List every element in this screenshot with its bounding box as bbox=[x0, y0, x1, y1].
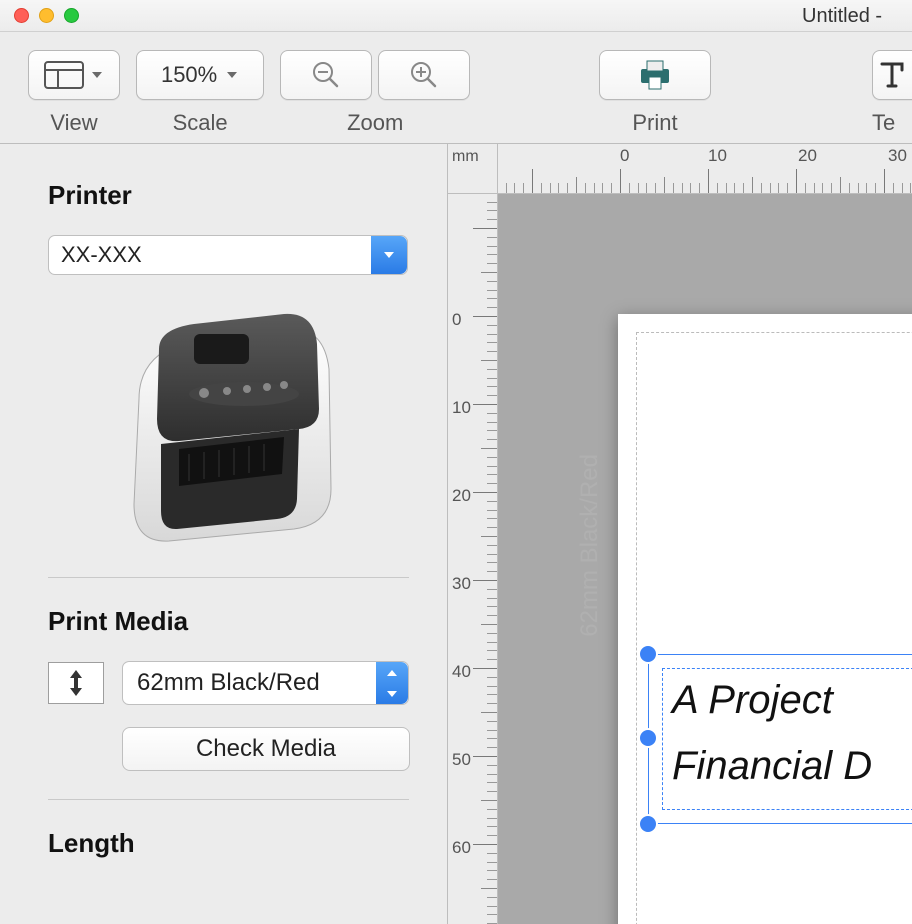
handle-top-left[interactable] bbox=[640, 646, 656, 662]
zoom-window-button[interactable] bbox=[64, 8, 79, 23]
vertical-arrows-icon bbox=[66, 668, 86, 698]
ruler-v-tick-60: 60 bbox=[452, 838, 471, 858]
titlebar: Untitled - bbox=[0, 0, 912, 32]
ruler-h-tick-20: 20 bbox=[798, 146, 817, 166]
divider bbox=[48, 799, 409, 800]
text-group: Te bbox=[872, 50, 912, 136]
chevron-down-icon bbox=[90, 68, 104, 82]
content-area: Printer XX-XXX bbox=[0, 144, 912, 924]
canvas-media-label: 62mm Black/Red bbox=[576, 454, 604, 637]
dropdown-arrow-icon bbox=[371, 236, 407, 274]
vertical-ruler: 0 10 20 30 40 50 60 bbox=[448, 194, 498, 924]
zoom-in-button[interactable] bbox=[378, 50, 470, 100]
scale-value: 150% bbox=[161, 62, 217, 88]
text-icon bbox=[878, 58, 906, 92]
view-label: View bbox=[50, 110, 97, 136]
print-group: Print bbox=[599, 50, 711, 136]
printer-illustration bbox=[99, 299, 359, 549]
text-object[interactable]: A Project Financial D bbox=[648, 654, 912, 824]
ruler-v-tick-10: 10 bbox=[452, 398, 471, 418]
horizontal-ruler: 0 10 20 30 bbox=[498, 144, 912, 194]
print-icon bbox=[637, 57, 673, 93]
zoom-out-button[interactable] bbox=[280, 50, 372, 100]
ruler-v-tick-0: 0 bbox=[452, 310, 461, 330]
layout-icon bbox=[44, 61, 84, 89]
ruler-h-tick-0: 0 bbox=[620, 146, 629, 166]
divider bbox=[48, 577, 409, 578]
printer-selected-value: XX-XXX bbox=[61, 242, 142, 268]
handle-bottom-left[interactable] bbox=[640, 816, 656, 832]
print-label: Print bbox=[632, 110, 677, 136]
view-button[interactable] bbox=[28, 50, 120, 100]
ruler-v-tick-40: 40 bbox=[452, 662, 471, 682]
text-tool-button[interactable] bbox=[872, 50, 912, 100]
window-title: Untitled - bbox=[802, 0, 912, 32]
inspector-sidebar: Printer XX-XXX bbox=[0, 144, 448, 924]
scale-group: 150% Scale bbox=[136, 50, 264, 136]
ruler-h-tick-30: 30 bbox=[888, 146, 907, 166]
toolbar: View 150% Scale bbox=[0, 32, 912, 144]
printer-select[interactable]: XX-XXX bbox=[48, 235, 408, 275]
paper-margin-guide bbox=[636, 332, 912, 924]
text-line-2: Financial D bbox=[672, 744, 872, 789]
scale-label: Scale bbox=[173, 110, 228, 136]
ruler-v-tick-30: 30 bbox=[452, 574, 471, 594]
media-select[interactable]: 62mm Black/Red bbox=[122, 661, 409, 705]
zoom-in-icon bbox=[408, 59, 440, 91]
view-group: View bbox=[28, 50, 120, 136]
close-window-button[interactable] bbox=[14, 8, 29, 23]
text-line-1: A Project bbox=[672, 678, 833, 723]
text-label: Te bbox=[872, 110, 895, 136]
zoom-group: Zoom bbox=[280, 50, 470, 136]
ruler-unit-label: mm bbox=[448, 144, 498, 194]
ruler-h-tick-10: 10 bbox=[708, 146, 727, 166]
media-row: 62mm Black/Red bbox=[48, 661, 409, 705]
check-media-button[interactable]: Check Media bbox=[122, 727, 410, 771]
label-paper[interactable] bbox=[618, 314, 912, 924]
window-controls bbox=[14, 8, 79, 23]
scale-button[interactable]: 150% bbox=[136, 50, 264, 100]
stepper-arrows-icon bbox=[376, 662, 408, 704]
zoom-label: Zoom bbox=[347, 110, 403, 136]
ruler-v-tick-50: 50 bbox=[452, 750, 471, 770]
handle-mid-left[interactable] bbox=[640, 730, 656, 746]
media-selected-value: 62mm Black/Red bbox=[137, 669, 320, 697]
check-media-label: Check Media bbox=[196, 735, 336, 763]
orientation-toggle[interactable] bbox=[48, 662, 104, 704]
ruler-v-tick-20: 20 bbox=[452, 486, 471, 506]
printer-heading: Printer bbox=[48, 180, 409, 211]
print-media-heading: Print Media bbox=[48, 606, 409, 637]
minimize-window-button[interactable] bbox=[39, 8, 54, 23]
length-heading: Length bbox=[48, 828, 409, 859]
app-window: Untitled - View 150% bbox=[0, 0, 912, 924]
zoom-out-icon bbox=[310, 59, 342, 91]
canvas-area[interactable]: mm 0 10 20 30 0 10 20 30 40 50 60 62mm B… bbox=[448, 144, 912, 924]
chevron-down-icon bbox=[225, 68, 239, 82]
print-button[interactable] bbox=[599, 50, 711, 100]
